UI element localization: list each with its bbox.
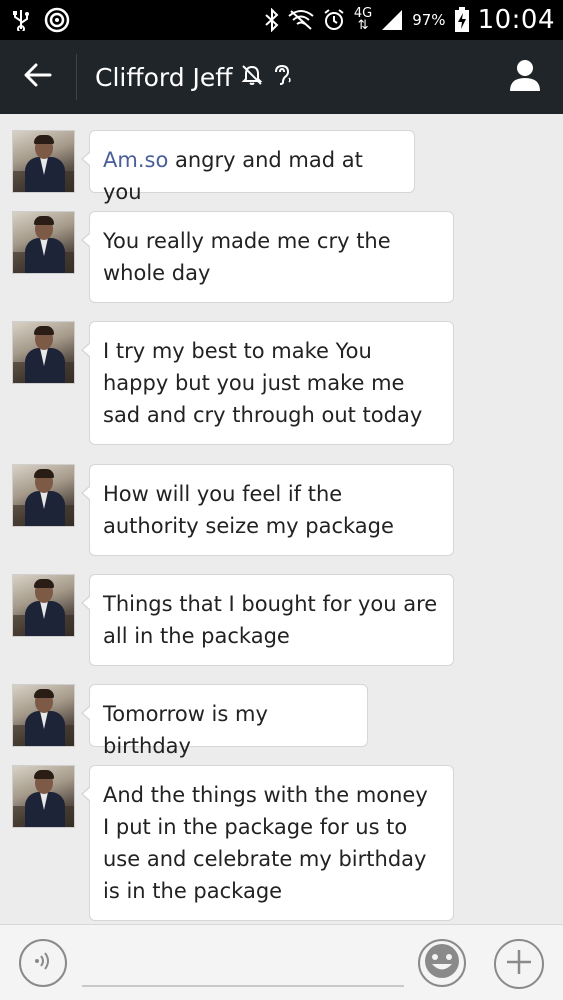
chat-header: Clifford Jeff — [0, 40, 563, 114]
alarm-icon — [322, 8, 346, 32]
message-text: Tomorrow is my birthday — [103, 702, 268, 758]
message-bubble[interactable]: Tomorrow is my birthday — [81, 684, 368, 758]
avatar[interactable] — [12, 211, 75, 274]
message-text: I try my best to make You happy but you … — [103, 339, 423, 427]
chat-title: Clifford Jeff — [95, 62, 233, 92]
message-bubble[interactable]: Am.so angry and mad at you — [81, 130, 415, 204]
message-bubble[interactable]: Things that I bought for you are all in … — [81, 574, 454, 666]
avatar[interactable] — [12, 321, 75, 384]
message-row: You really made me cry the whole day — [12, 211, 454, 303]
plus-icon — [504, 947, 534, 981]
avatar[interactable] — [12, 464, 75, 527]
message-row: Tomorrow is my birthday — [12, 684, 368, 758]
hotspot-icon — [44, 7, 70, 33]
message-row: Things that I bought for you are all in … — [12, 574, 454, 666]
input-bar — [0, 924, 563, 1000]
battery-charging-icon — [454, 7, 470, 33]
back-button[interactable] — [0, 40, 76, 114]
avatar[interactable] — [12, 574, 75, 637]
plus-button[interactable] — [494, 939, 544, 989]
ear-icon — [271, 64, 293, 90]
message-bubble[interactable]: I try my best to make You happy but you … — [81, 321, 454, 445]
message-bubble[interactable]: You really made me cry the whole day — [81, 211, 454, 303]
network-type: 4G ⇅ — [353, 6, 373, 33]
message-text: Things that I bought for you are all in … — [103, 592, 438, 648]
mute-bell-icon — [241, 64, 263, 90]
avatar[interactable] — [12, 130, 75, 193]
wifi-muted-icon — [288, 9, 314, 31]
back-arrow-icon — [24, 63, 52, 91]
status-time: 10:04 — [477, 5, 555, 35]
profile-button[interactable] — [487, 40, 563, 114]
voice-button[interactable] — [19, 939, 67, 987]
avatar[interactable] — [12, 684, 75, 747]
emoji-icon — [422, 941, 462, 985]
message-bubble[interactable]: And the things with the money I put in t… — [81, 765, 454, 921]
bluetooth-icon — [264, 8, 280, 32]
message-row: I try my best to make You happy but you … — [12, 321, 454, 445]
status-bar: 4G ⇅ 97% 10:04 — [0, 0, 563, 40]
voice-icon — [31, 949, 55, 977]
avatar[interactable] — [12, 765, 75, 828]
signal-icon — [380, 8, 404, 32]
message-bubble[interactable]: How will you feel if the authority seize… — [81, 464, 454, 556]
message-input[interactable] — [82, 941, 404, 987]
message-row: How will you feel if the authority seize… — [12, 464, 454, 556]
message-row: Am.so angry and mad at you — [12, 130, 415, 204]
chat-messages: Am.so angry and mad at you You really ma… — [0, 114, 563, 924]
message-text: You really made me cry the whole day — [103, 229, 391, 285]
profile-icon — [508, 58, 542, 96]
battery-percent: 97% — [412, 11, 446, 29]
message-row: And the things with the money I put in t… — [12, 765, 454, 921]
usb-icon — [12, 9, 30, 31]
message-text: And the things with the money I put in t… — [103, 783, 428, 903]
message-text: How will you feel if the authority seize… — [103, 482, 394, 538]
emoji-button[interactable] — [418, 939, 466, 987]
message-link[interactable]: Am.so — [103, 148, 168, 172]
